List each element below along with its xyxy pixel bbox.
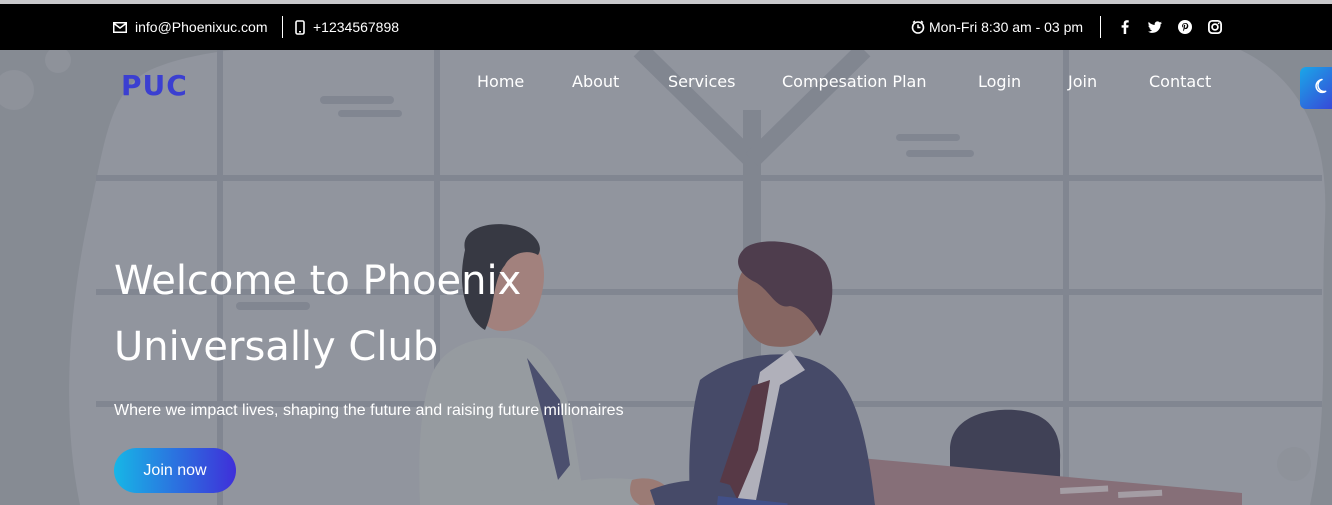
phone-icon: [295, 19, 305, 35]
contact-email[interactable]: info@Phoenixuc.com: [113, 4, 268, 50]
office-hours: Mon-Fri 8:30 am - 03 pm: [911, 4, 1083, 50]
facebook-icon[interactable]: [1118, 20, 1132, 34]
nav-about[interactable]: About: [572, 72, 619, 91]
divider: [282, 16, 283, 38]
site-logo[interactable]: PUC: [121, 69, 188, 102]
hours-text: Mon-Fri 8:30 am - 03 pm: [929, 19, 1084, 35]
twitter-icon[interactable]: [1148, 20, 1162, 34]
hero-title-line-1: Welcome to Phoenix: [114, 258, 522, 304]
hero-subtitle: Where we impact lives, shaping the futur…: [114, 402, 624, 419]
clock-icon: [911, 20, 925, 34]
nav-join[interactable]: Join: [1068, 72, 1097, 91]
theme-toggle-button[interactable]: [1300, 67, 1332, 109]
instagram-icon[interactable]: [1208, 20, 1222, 34]
contact-phone[interactable]: +1234567898: [295, 4, 399, 50]
hero-title-line-2: Universally Club: [114, 324, 439, 370]
moon-icon: [1311, 78, 1327, 99]
join-now-button[interactable]: Join now: [114, 448, 236, 493]
nav-login[interactable]: Login: [978, 72, 1021, 91]
social-links: [1118, 4, 1222, 50]
email-text: info@Phoenixuc.com: [135, 19, 268, 35]
phone-text: +1234567898: [313, 19, 400, 35]
hero-title: Welcome to Phoenix Universally Club: [114, 248, 674, 380]
nav-home[interactable]: Home: [477, 72, 524, 91]
nav-compensation-plan[interactable]: Compesation Plan: [782, 72, 926, 91]
mail-icon: [113, 21, 127, 33]
nav-services[interactable]: Services: [668, 72, 735, 91]
nav-contact[interactable]: Contact: [1149, 72, 1211, 91]
pinterest-icon[interactable]: [1178, 20, 1192, 34]
top-bar: info@Phoenixuc.com +1234567898 Mon-Fri 8…: [0, 4, 1332, 50]
divider: [1100, 16, 1101, 38]
